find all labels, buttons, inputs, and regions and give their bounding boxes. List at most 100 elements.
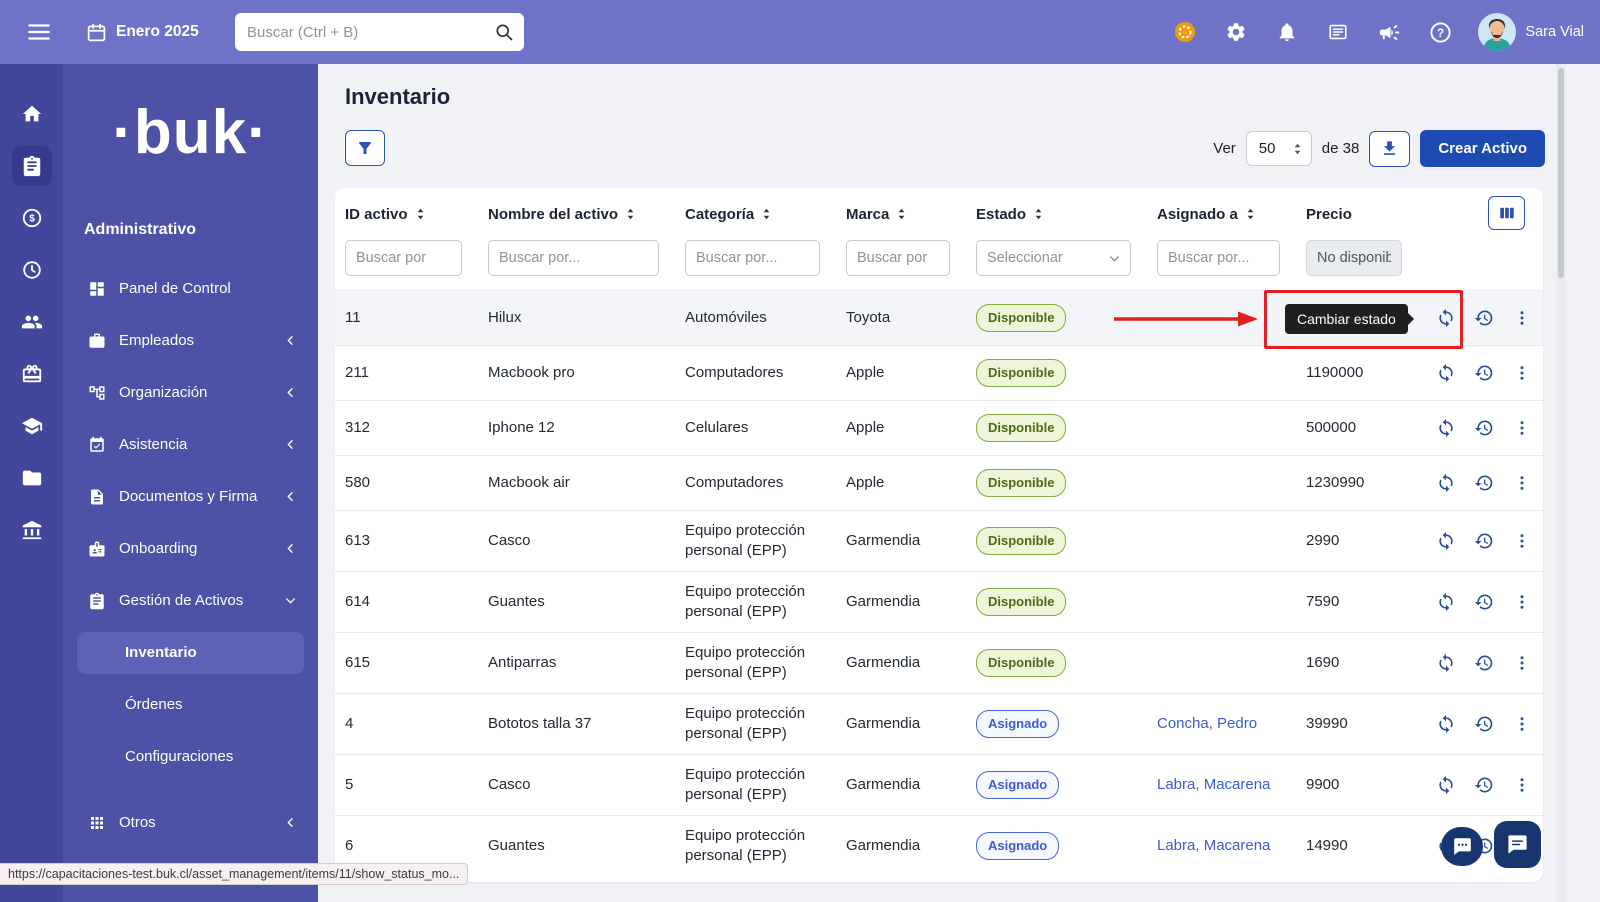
sidebar-item-onboarding[interactable]: Onboarding	[63, 523, 318, 575]
settings-button[interactable]	[1223, 19, 1249, 45]
sort-icon[interactable]	[1245, 207, 1256, 221]
cell-precio: 500000	[1296, 408, 1430, 448]
table-row[interactable]: 5 Casco Equipo protección personal (EPP)…	[335, 754, 1543, 815]
scrollbar-thumb[interactable]	[1558, 68, 1564, 278]
table-row[interactable]: 6 Guantes Equipo protección personal (EP…	[335, 815, 1543, 876]
rail-payroll-button[interactable]: $	[0, 192, 63, 244]
table-row[interactable]: 613 Casco Equipo protección personal (EP…	[335, 510, 1543, 571]
notifications-button[interactable]	[1274, 19, 1300, 45]
change-status-button[interactable]	[1434, 712, 1458, 736]
row-menu-button[interactable]	[1510, 416, 1534, 440]
history-button[interactable]	[1472, 590, 1496, 614]
table-row[interactable]: 4 Bototos talla 37 Equipo protección per…	[335, 693, 1543, 754]
sidebar-subitem-ordenes[interactable]: Órdenes	[63, 679, 318, 731]
table-row[interactable]: 580 Macbook air Computadores Apple Dispo…	[335, 455, 1543, 510]
rail-benefits-button[interactable]	[0, 348, 63, 400]
table-row[interactable]: 312 Iphone 12 Celulares Apple Disponible…	[335, 400, 1543, 455]
change-status-button[interactable]	[1434, 361, 1458, 385]
history-button[interactable]	[1472, 416, 1496, 440]
assignee-link[interactable]: Labra, Macarena	[1157, 775, 1270, 795]
table-row[interactable]: 211 Macbook pro Computadores Apple Dispo…	[335, 345, 1543, 400]
row-menu-button[interactable]	[1510, 651, 1534, 675]
sort-icon[interactable]	[625, 207, 636, 221]
rail-talent-button[interactable]	[0, 296, 63, 348]
sort-icon[interactable]	[896, 207, 907, 221]
column-header-categoria[interactable]: Categoría	[675, 188, 836, 240]
column-header-estado[interactable]: Estado	[966, 188, 1147, 240]
change-status-button[interactable]	[1434, 773, 1458, 797]
hamburger-menu-button[interactable]	[24, 18, 54, 46]
assignee-link[interactable]: Labra, Macarena	[1157, 836, 1270, 856]
rail-training-button[interactable]	[0, 400, 63, 452]
sort-icon[interactable]	[1033, 207, 1044, 221]
change-status-button[interactable]	[1434, 590, 1458, 614]
column-header-nombre[interactable]: Nombre del activo	[478, 188, 675, 240]
table-row[interactable]: 614 Guantes Equipo protección personal (…	[335, 571, 1543, 632]
rail-asset-management-button[interactable]	[0, 140, 63, 192]
columns-button[interactable]	[1488, 196, 1525, 230]
rail-home-button[interactable]	[0, 88, 63, 140]
filter-category-input[interactable]	[685, 240, 820, 276]
sidebar-subitem-configuraciones[interactable]: Configuraciones	[63, 731, 318, 783]
column-header-id[interactable]: ID activo	[335, 188, 478, 240]
row-menu-button[interactable]	[1510, 361, 1534, 385]
row-menu-button[interactable]	[1510, 529, 1534, 553]
global-search-input[interactable]	[247, 24, 494, 41]
filter-status-select[interactable]: Seleccionar	[976, 240, 1131, 276]
column-header-marca[interactable]: Marca	[836, 188, 966, 240]
sidebar-subitem-inventario[interactable]: Inventario	[77, 632, 304, 674]
filter-name-input[interactable]	[488, 240, 659, 276]
filter-brand-input[interactable]	[846, 240, 950, 276]
row-menu-button[interactable]	[1510, 773, 1534, 797]
sidebar-item-asistencia[interactable]: Asistencia	[63, 419, 318, 471]
hamburger-icon	[26, 19, 52, 45]
user-menu[interactable]: Sara Vial	[1478, 13, 1584, 51]
rail-attendance-button[interactable]	[0, 244, 63, 296]
cell-precio: 7590	[1296, 582, 1430, 622]
sort-icon[interactable]	[761, 207, 772, 221]
sidebar-item-documentos-y-firma[interactable]: Documentos y Firma	[63, 471, 318, 523]
change-status-button[interactable]	[1434, 416, 1458, 440]
change-status-button[interactable]	[1434, 471, 1458, 495]
row-menu-button[interactable]	[1510, 471, 1534, 495]
points-button[interactable]	[1172, 19, 1198, 45]
change-status-button[interactable]	[1434, 529, 1458, 553]
page-size-select[interactable]: 50	[1246, 131, 1312, 166]
sidebar-item-empleados[interactable]: Empleados	[63, 315, 318, 367]
assignee-link[interactable]: Concha, Pedro	[1157, 714, 1257, 734]
document-icon	[88, 488, 106, 506]
download-button[interactable]	[1369, 131, 1410, 167]
change-status-button[interactable]	[1434, 651, 1458, 675]
sort-icon[interactable]	[415, 207, 426, 221]
sidebar-item-gestion-de-activos[interactable]: Gestión de Activos	[63, 575, 318, 627]
history-button[interactable]	[1472, 529, 1496, 553]
create-asset-button[interactable]: Crear Activo	[1420, 130, 1545, 167]
rail-portal-button[interactable]	[0, 504, 63, 556]
filter-assigned-input[interactable]	[1157, 240, 1280, 276]
column-header-asignado[interactable]: Asignado a	[1147, 188, 1296, 240]
row-menu-button[interactable]	[1510, 712, 1534, 736]
row-menu-button[interactable]	[1510, 306, 1534, 330]
help-button[interactable]: ?	[1427, 19, 1453, 45]
cell-actions	[1430, 406, 1543, 450]
chat-button-primary[interactable]	[1494, 821, 1541, 868]
change-status-button[interactable]	[1434, 306, 1458, 330]
history-button[interactable]	[1472, 361, 1496, 385]
history-button[interactable]	[1472, 773, 1496, 797]
history-button[interactable]	[1472, 712, 1496, 736]
table-row[interactable]: 615 Antiparras Equipo protección persona…	[335, 632, 1543, 693]
history-button[interactable]	[1472, 651, 1496, 675]
filter-button[interactable]	[345, 130, 385, 166]
history-button[interactable]	[1472, 306, 1496, 330]
period-selector[interactable]: Enero 2025	[86, 0, 199, 64]
announcements-button[interactable]	[1376, 19, 1402, 45]
chat-button-secondary[interactable]	[1441, 827, 1483, 866]
sidebar-item-panel-de-control[interactable]: Panel de Control	[63, 263, 318, 315]
history-button[interactable]	[1472, 471, 1496, 495]
news-button[interactable]	[1325, 19, 1351, 45]
rail-documents-button[interactable]	[0, 452, 63, 504]
sidebar-item-otros[interactable]: Otros	[63, 797, 318, 849]
filter-id-input[interactable]	[345, 240, 462, 276]
row-menu-button[interactable]	[1510, 590, 1534, 614]
sidebar-item-organizacion[interactable]: Organización	[63, 367, 318, 419]
